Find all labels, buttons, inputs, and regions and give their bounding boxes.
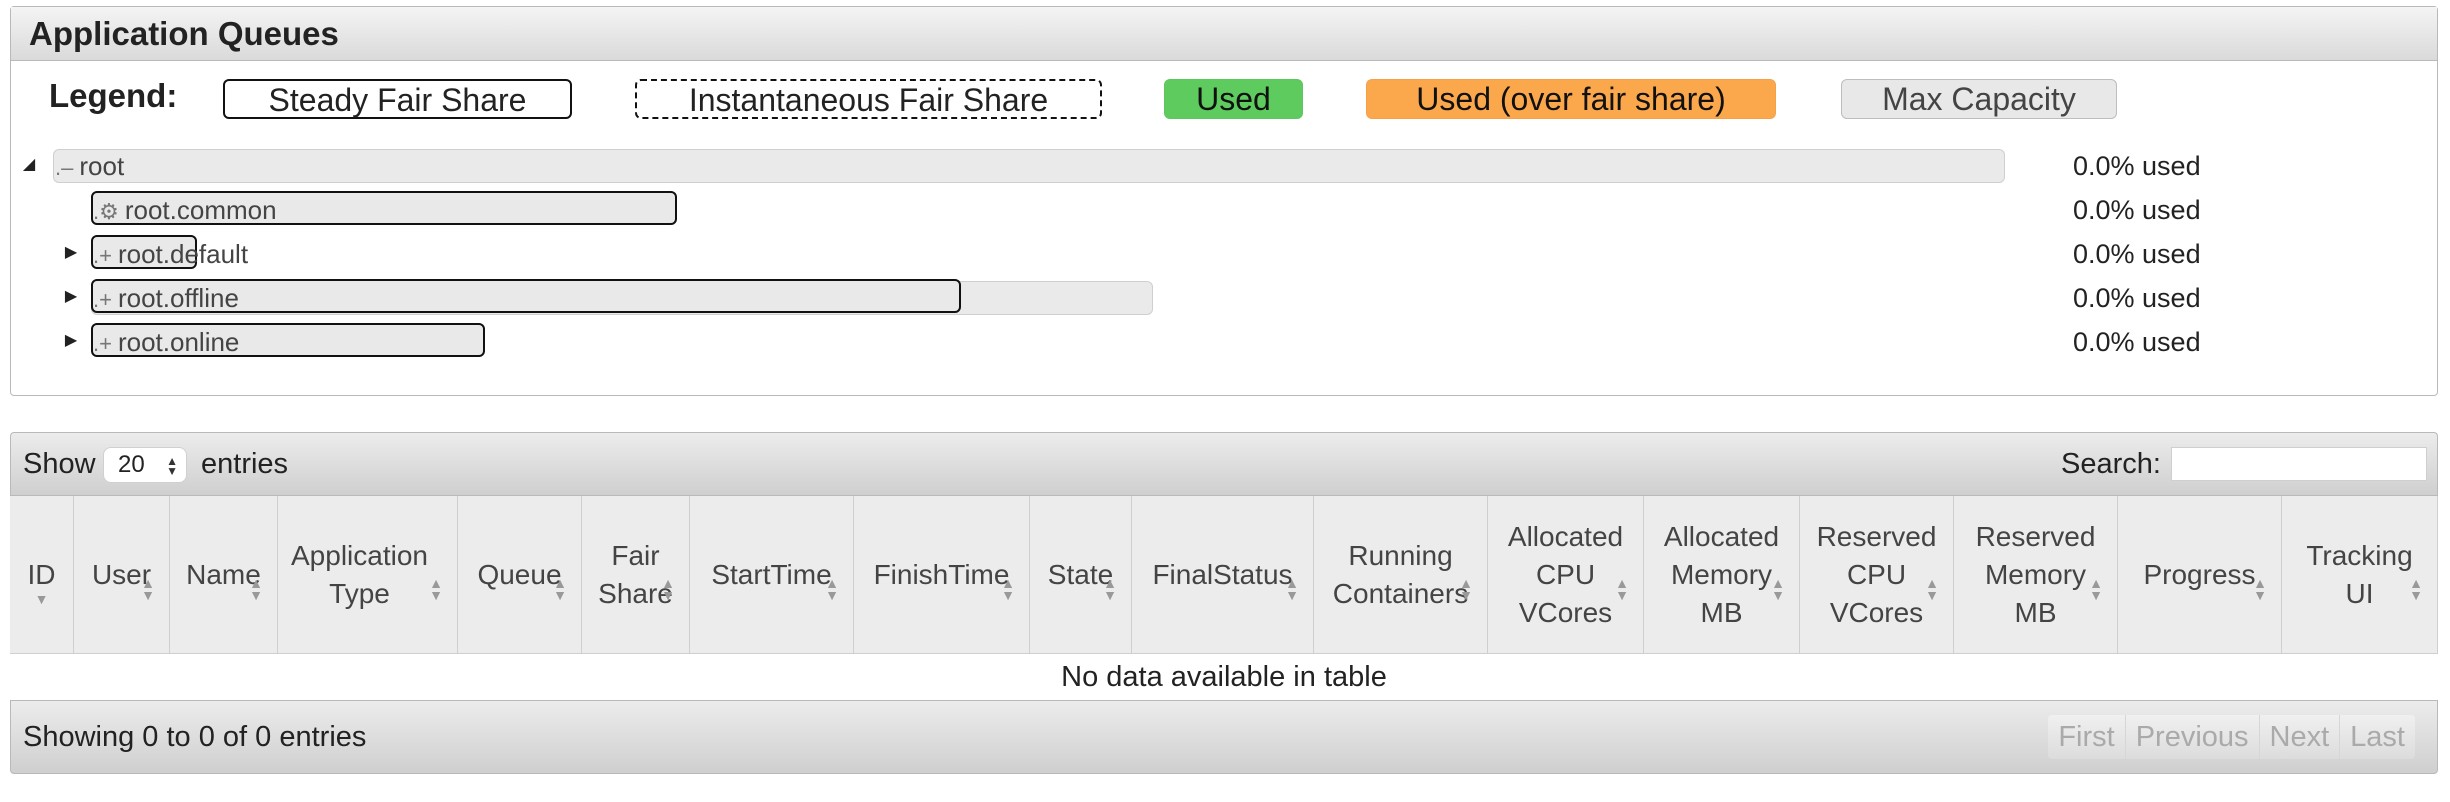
- plus-icon: .+: [93, 243, 112, 268]
- column-header-reserved-cpu-vcores[interactable]: Reserved CPU VCores ▲ ▼: [1800, 496, 1954, 654]
- minus-icon: .–: [55, 155, 74, 180]
- column-header-state[interactable]: State ▲ ▼: [1030, 496, 1132, 654]
- sort-icon: ▲ ▼: [2409, 575, 2423, 603]
- expand-triangle-icon[interactable]: ▶: [61, 235, 81, 271]
- entries-label: entries: [201, 448, 289, 480]
- sort-icon: ▲ ▼: [429, 575, 443, 603]
- column-header-fair-share[interactable]: Fair Share ▲ ▼: [582, 496, 690, 654]
- legend-label: Legend:: [49, 77, 178, 114]
- queue-label-root-default[interactable]: .+ root.default: [93, 237, 248, 271]
- legend: Legend: Steady Fair Share Instantaneous …: [11, 73, 2437, 119]
- pagination: First Previous Next Last: [2048, 715, 2415, 759]
- show-label: Show: [23, 448, 96, 480]
- column-header-application-type[interactable]: Application Type ▲ ▼: [278, 496, 458, 654]
- sort-icon: ▲ ▼: [553, 575, 567, 603]
- sort-icon: ▲ ▼: [1103, 575, 1117, 603]
- expand-triangle-icon[interactable]: ▶: [61, 323, 81, 359]
- queue-used-percent: 0.0% used: [2073, 151, 2201, 181]
- sort-icon: ▲ ▼: [2089, 575, 2103, 603]
- column-header-reserved-memory-mb[interactable]: Reserved Memory MB ▲ ▼: [1954, 496, 2118, 654]
- sort-icon: ▲ ▼: [1615, 575, 1629, 603]
- queue-row-root-online[interactable]: ▶ .+ root.online 0.0% used: [11, 323, 2437, 363]
- sort-icon: ▲ ▼: [2253, 575, 2267, 603]
- legend-instantaneous-fair-share: Instantaneous Fair Share: [635, 79, 1102, 119]
- sort-icon: ▲ ▼: [661, 575, 675, 603]
- column-header-id[interactable]: ID ▼: [10, 496, 74, 654]
- legend-max-capacity: Max Capacity: [1841, 79, 2117, 119]
- empty-table-message: No data available in table: [1061, 661, 1387, 693]
- search-input[interactable]: [2171, 447, 2427, 481]
- table-header: ID ▼ User ▲ ▼ Name ▲ ▼ Application Type ▲ ▼ Que…: [10, 496, 2438, 654]
- sort-icon: ▲ ▼: [249, 575, 263, 603]
- queue-row-root-common[interactable]: .⚙ root.common 0.0% used: [11, 191, 2437, 231]
- pagination-next-button[interactable]: Next: [2258, 715, 2340, 759]
- sort-icon: ▲ ▼: [1925, 575, 1939, 603]
- sort-desc-icon: ▼: [34, 591, 49, 607]
- legend-used-over-fair-share: Used (over fair share): [1366, 79, 1776, 119]
- sort-icon: ▲ ▼: [825, 575, 839, 603]
- queue-row-root-default[interactable]: ▶ .+ root.default 0.0% used: [11, 235, 2437, 275]
- select-arrows-icon: ▲ ▼: [166, 454, 178, 478]
- column-header-tracking-ui[interactable]: Tracking UI ▲ ▼: [2282, 496, 2438, 654]
- page-size-value: 20: [118, 451, 145, 478]
- queues-panel-title: Application Queues: [11, 7, 2437, 61]
- sort-icon: ▲ ▼: [1285, 575, 1299, 603]
- column-header-finalstatus[interactable]: FinalStatus ▲ ▼: [1132, 496, 1314, 654]
- queue-label-root-common[interactable]: .⚙ root.common: [93, 193, 277, 227]
- legend-steady-fair-share: Steady Fair Share: [223, 79, 572, 119]
- pagination-last-button[interactable]: Last: [2339, 715, 2415, 759]
- queue-used-percent: 0.0% used: [2073, 195, 2201, 225]
- column-header-starttime[interactable]: StartTime ▲ ▼: [690, 496, 854, 654]
- column-header-allocated-cpu-vcores[interactable]: Allocated CPU VCores ▲ ▼: [1488, 496, 1644, 654]
- search-label: Search:: [2061, 448, 2161, 480]
- queue-label-root-offline[interactable]: .+ root.offline: [93, 281, 239, 315]
- sort-icon: ▲ ▼: [1459, 575, 1473, 603]
- plus-icon: .+: [93, 331, 112, 356]
- gear-icon: .⚙: [93, 199, 119, 224]
- column-header-queue[interactable]: Queue ▲ ▼: [458, 496, 582, 654]
- queues-panel: Application Queues Legend: Steady Fair S…: [10, 6, 2438, 396]
- table-info: Showing 0 to 0 of 0 entries: [23, 721, 367, 753]
- max-capacity-bar: [53, 149, 2005, 183]
- table-toolbar: Show 20 ▲ ▼ entries Search:: [10, 432, 2438, 496]
- sort-icon: ▲ ▼: [1001, 575, 1015, 603]
- pagination-first-button[interactable]: First: [2048, 715, 2125, 759]
- queue-row-root-offline[interactable]: ▶ .+ root.offline 0.0% used: [11, 279, 2437, 319]
- sort-icon: ▲ ▼: [1771, 575, 1785, 603]
- queue-label-root-online[interactable]: .+ root.online: [93, 325, 239, 359]
- column-header-finishtime[interactable]: FinishTime ▲ ▼: [854, 496, 1030, 654]
- page-size-select[interactable]: 20 ▲ ▼: [103, 447, 187, 483]
- queue-label-root[interactable]: .– root: [55, 149, 124, 183]
- applications-table-wrapper: Show 20 ▲ ▼ entries Search: ID ▼ User ▲ ▼ Na…: [10, 432, 2438, 776]
- collapse-triangle-icon[interactable]: ◢: [19, 147, 39, 183]
- queue-row-root[interactable]: ◢ .– root 0.0% used: [11, 147, 2437, 187]
- expand-triangle-icon[interactable]: ▶: [61, 279, 81, 315]
- column-header-name[interactable]: Name ▲ ▼: [170, 496, 278, 654]
- column-header-progress[interactable]: Progress ▲ ▼: [2118, 496, 2282, 654]
- plus-icon: .+: [93, 287, 112, 312]
- sort-icon: ▲ ▼: [141, 575, 155, 603]
- table-footer: Showing 0 to 0 of 0 entries First Previo…: [10, 700, 2438, 774]
- pagination-previous-button[interactable]: Previous: [2124, 715, 2259, 759]
- queue-used-percent: 0.0% used: [2073, 327, 2201, 357]
- queue-used-percent: 0.0% used: [2073, 239, 2201, 269]
- column-header-running-containers[interactable]: Running Containers ▲ ▼: [1314, 496, 1488, 654]
- queue-used-percent: 0.0% used: [2073, 283, 2201, 313]
- column-header-user[interactable]: User ▲ ▼: [74, 496, 170, 654]
- legend-used: Used: [1164, 79, 1303, 119]
- column-header-allocated-memory-mb[interactable]: Allocated Memory MB ▲ ▼: [1644, 496, 1800, 654]
